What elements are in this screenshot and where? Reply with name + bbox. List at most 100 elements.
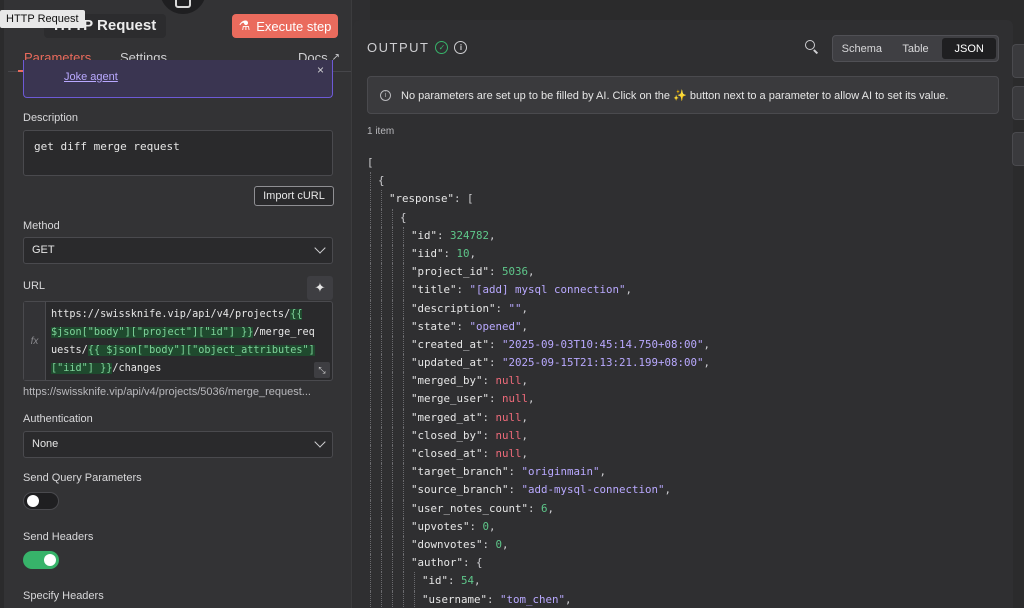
json-punctuation: :	[482, 410, 496, 424]
json-punctuation: :	[443, 246, 457, 260]
expression-icon: fx	[24, 302, 46, 380]
url-text-segment: /changes	[112, 363, 162, 374]
ai-sparkle-button[interactable]: ✦	[307, 276, 333, 300]
url-preview: https://swissknife.vip/api/v4/projects/5…	[23, 386, 311, 398]
json-key: "id"	[411, 228, 438, 242]
authentication-select[interactable]: None	[23, 431, 333, 458]
json-line: {	[367, 208, 1007, 227]
description-field[interactable]: get diff merge request	[23, 130, 333, 176]
indent-guide	[381, 535, 382, 555]
indent-guide	[381, 190, 382, 209]
indent-guide	[392, 299, 393, 318]
json-line: "id": 54,	[367, 572, 1007, 591]
json-output[interactable]: [{"response": [{"id": 324782, "iid": 10, "…	[367, 154, 1007, 608]
flask-icon: ⚗	[238, 18, 251, 33]
json-key: "username"	[422, 592, 488, 606]
url-line: ["iid"] }}/changes	[51, 360, 331, 378]
json-punctuation: :	[489, 392, 503, 406]
indent-guide	[370, 335, 371, 355]
indent-guide	[392, 426, 393, 445]
connected-agent-box: Joke agent ×	[23, 60, 333, 98]
indent-guide	[370, 317, 371, 336]
robot-icon	[175, 0, 191, 8]
indent-guide	[370, 390, 371, 409]
indent-guide	[392, 244, 393, 264]
json-null-value: null	[495, 410, 522, 424]
json-bracket: {	[476, 556, 483, 570]
indent-guide	[392, 226, 393, 245]
indent-guide	[403, 535, 404, 555]
expand-icon[interactable]: ⤡	[314, 362, 330, 378]
json-key: "updated_at"	[411, 356, 490, 370]
view-json-button[interactable]: JSON	[942, 38, 997, 59]
json-punctuation: ,	[502, 537, 509, 551]
json-punctuation: ,	[521, 319, 529, 333]
info-icon[interactable]: i	[454, 41, 468, 54]
indent-guide	[370, 244, 371, 264]
json-number-value: 5036	[502, 265, 529, 279]
indent-guide	[403, 226, 404, 245]
json-key: "merged_by"	[411, 374, 483, 388]
indent-guide	[403, 445, 404, 464]
json-line: "title": "[add] mysql connection",	[367, 281, 1007, 300]
specify-headers-label: Specify Headers	[23, 590, 104, 602]
indent-guide	[370, 481, 371, 500]
json-line: "author": {	[367, 554, 1007, 573]
json-punctuation: ,	[664, 483, 672, 497]
node-badge	[160, 0, 206, 14]
indent-guide	[381, 317, 382, 336]
url-expression-segment: {{ $json["body"]["object_attributes"]	[87, 345, 315, 356]
url-field[interactable]: fx https://swissknife.vip/api/v4/project…	[23, 301, 333, 381]
indent-guide	[403, 317, 404, 336]
json-bracket: [	[367, 156, 374, 169]
execute-step-button[interactable]: ⚗ Execute step	[232, 14, 338, 38]
indent-guide	[403, 590, 404, 608]
indent-guide	[381, 426, 382, 445]
close-icon[interactable]: ×	[317, 63, 324, 77]
indent-guide	[392, 372, 393, 391]
indent-guide	[392, 535, 393, 555]
json-punctuation: ,	[565, 592, 572, 606]
json-line: "source_branch": "add-mysql-connection",	[367, 481, 1007, 500]
view-schema-button[interactable]: Schema	[835, 38, 889, 59]
search-icon[interactable]	[805, 40, 819, 54]
send-query-label: Send Query Parameters	[23, 472, 142, 484]
indent-guide	[381, 281, 382, 300]
json-punctuation: :	[489, 337, 503, 351]
indent-guide	[370, 281, 371, 300]
indent-guide	[370, 372, 371, 391]
output-header: OUTPUT ✓ i	[367, 40, 468, 55]
json-number-value: 54	[461, 574, 475, 588]
json-key: "iid"	[411, 246, 444, 260]
json-punctuation: ,	[474, 574, 481, 588]
indent-guide	[403, 244, 404, 264]
indent-guide	[403, 517, 404, 536]
indent-guide	[403, 554, 404, 573]
json-line: "created_at": "2025-09-03T10:45:14.750+0…	[367, 335, 1007, 355]
indent-guide	[370, 499, 371, 518]
view-table-button[interactable]: Table	[889, 38, 943, 59]
import-curl-button[interactable]: Import cURL	[254, 186, 334, 206]
indent-guide	[370, 172, 371, 191]
json-key: "state"	[411, 319, 457, 333]
method-select[interactable]: GET	[23, 237, 333, 264]
json-punctuation: :	[482, 537, 496, 551]
indent-guide	[381, 208, 382, 227]
json-punctuation: :	[528, 501, 542, 515]
json-key: "user_notes_count"	[411, 501, 529, 515]
indent-guide	[403, 572, 404, 591]
indent-guide	[370, 463, 371, 482]
indent-guide	[392, 408, 393, 427]
json-punctuation: ,	[599, 465, 607, 479]
url-expression[interactable]: https://swissknife.vip/api/v4/projects/{…	[51, 306, 331, 378]
send-query-toggle[interactable]	[23, 492, 59, 510]
json-punctuation: :	[487, 592, 501, 606]
send-headers-toggle[interactable]	[23, 551, 59, 569]
json-bracket: {	[400, 210, 407, 224]
chevron-down-icon	[314, 436, 326, 448]
indent-guide	[414, 572, 415, 591]
indent-guide	[370, 517, 371, 536]
send-headers-label: Send Headers	[23, 531, 94, 543]
agent-link[interactable]: Joke agent	[64, 71, 118, 83]
json-string-value: "opened"	[469, 319, 522, 333]
